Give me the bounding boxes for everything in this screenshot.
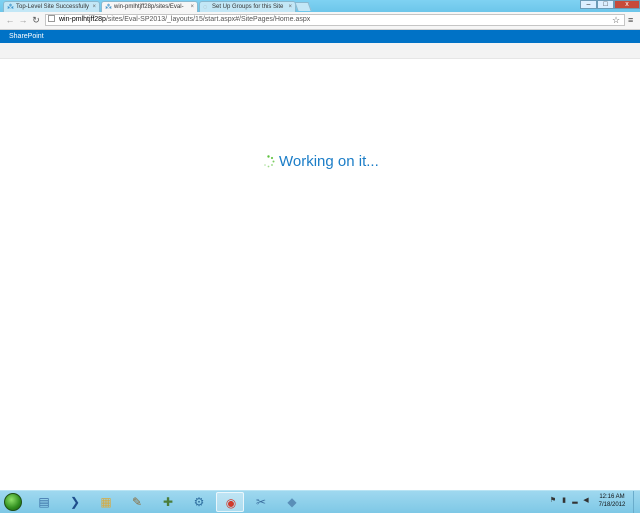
- clock-time: 12:16 AM: [599, 494, 625, 500]
- taskbar-app-button[interactable]: ◆: [278, 492, 306, 512]
- browser-toolbar: ← → ↻ win-pmlhtjff28p/sites/Eval-SP2013/…: [0, 12, 640, 30]
- app-icon: ◆: [287, 495, 297, 509]
- clock-date: 7/18/2012: [598, 502, 626, 508]
- sharepoint-favicon-icon: ⁂: [7, 4, 14, 11]
- new-tab-button[interactable]: [294, 2, 312, 11]
- taskbar-app-button[interactable]: ◉: [216, 492, 244, 512]
- taskbar-app-button[interactable]: ▦: [92, 492, 120, 512]
- taskbar-app-button[interactable]: ✂: [247, 492, 275, 512]
- start-button[interactable]: [4, 493, 22, 511]
- sharepoint-suite-bar: SharePoint: [0, 30, 640, 43]
- tray-volume-icon[interactable]: ◀: [582, 496, 590, 505]
- taskbar-app-button[interactable]: ⚙: [185, 492, 213, 512]
- minimize-button[interactable]: –: [580, 0, 597, 9]
- working-status-text: Working on it...: [279, 153, 379, 170]
- chrome-icon: ◉: [225, 496, 237, 510]
- settings-icon: ⚙: [193, 495, 205, 509]
- system-clock[interactable]: 12:16 AM 7/18/2012: [596, 493, 628, 509]
- taskbar-app-button[interactable]: ❯: [61, 492, 89, 512]
- tab-close-icon[interactable]: ×: [288, 2, 292, 12]
- tools-icon: ✎: [131, 495, 143, 509]
- url-path: /sites/Eval-SP2013/_layouts/15/start.asp…: [105, 16, 311, 23]
- ribbon-bar: [0, 43, 640, 59]
- forward-icon[interactable]: →: [18, 15, 28, 25]
- admin-tools-icon: ✂: [255, 495, 267, 509]
- bookmark-star-icon[interactable]: ☆: [612, 15, 620, 25]
- close-window-button[interactable]: x: [614, 0, 640, 9]
- url-host: win-pmlhtjff28p: [59, 16, 106, 23]
- tab-label: win-pmlhtjff28p/sites/Eval-: [114, 4, 184, 10]
- browser-title-bar: ⁂ Top-Level Site Successfully × ⁂ win-pmlh…: [0, 0, 640, 12]
- tab-site-home[interactable]: ⁂ win-pmlhtjff28p/sites/Eval- ×: [101, 1, 198, 12]
- taskbar-app-button[interactable]: ✚: [154, 492, 182, 512]
- loading-spinner-icon: [264, 155, 275, 168]
- tab-set-up-groups[interactable]: ◌ Set Up Groups for this Site ×: [199, 1, 296, 12]
- maximize-button[interactable]: □: [597, 0, 614, 9]
- network-tools-icon: ✚: [162, 495, 174, 509]
- tray-device-icon[interactable]: ▮: [560, 496, 568, 505]
- tab-close-icon[interactable]: ×: [190, 2, 194, 12]
- taskbar-app-button[interactable]: ✎: [123, 492, 151, 512]
- tray-flag-icon[interactable]: ⚑: [549, 496, 557, 505]
- taskbar-app-button[interactable]: ▤: [30, 492, 58, 512]
- windows-taskbar: ⚑ ▮ ▂ ◀ 12:16 AM 7/18/2012 ▤ ❯ ▦ ✎ ✚ ⚙ ◉ ✂ ◆: [0, 490, 640, 513]
- reload-icon[interactable]: ↻: [31, 15, 41, 25]
- tab-top-level-site[interactable]: ⁂ Top-Level Site Successfully ×: [3, 1, 100, 12]
- tab-label: Set Up Groups for this Site: [212, 4, 284, 10]
- powershell-icon: ❯: [69, 495, 81, 509]
- server-manager-icon: ▤: [38, 495, 50, 509]
- show-desktop-button[interactable]: [633, 491, 640, 513]
- tab-label: Top-Level Site Successfully: [16, 4, 90, 10]
- address-bar[interactable]: win-pmlhtjff28p/sites/Eval-SP2013/_layou…: [45, 14, 625, 26]
- page-info-icon[interactable]: [48, 15, 55, 22]
- wrench-menu-icon[interactable]: ≡: [628, 15, 633, 25]
- tray-network-icon[interactable]: ▂: [571, 496, 579, 505]
- page-favicon-icon: ◌: [203, 4, 208, 11]
- sharepoint-favicon-icon: ⁂: [105, 4, 112, 11]
- back-icon[interactable]: ←: [5, 15, 15, 25]
- tab-close-icon[interactable]: ×: [92, 2, 96, 12]
- sharepoint-brand-link[interactable]: SharePoint: [9, 30, 44, 43]
- file-explorer-icon: ▦: [100, 495, 112, 509]
